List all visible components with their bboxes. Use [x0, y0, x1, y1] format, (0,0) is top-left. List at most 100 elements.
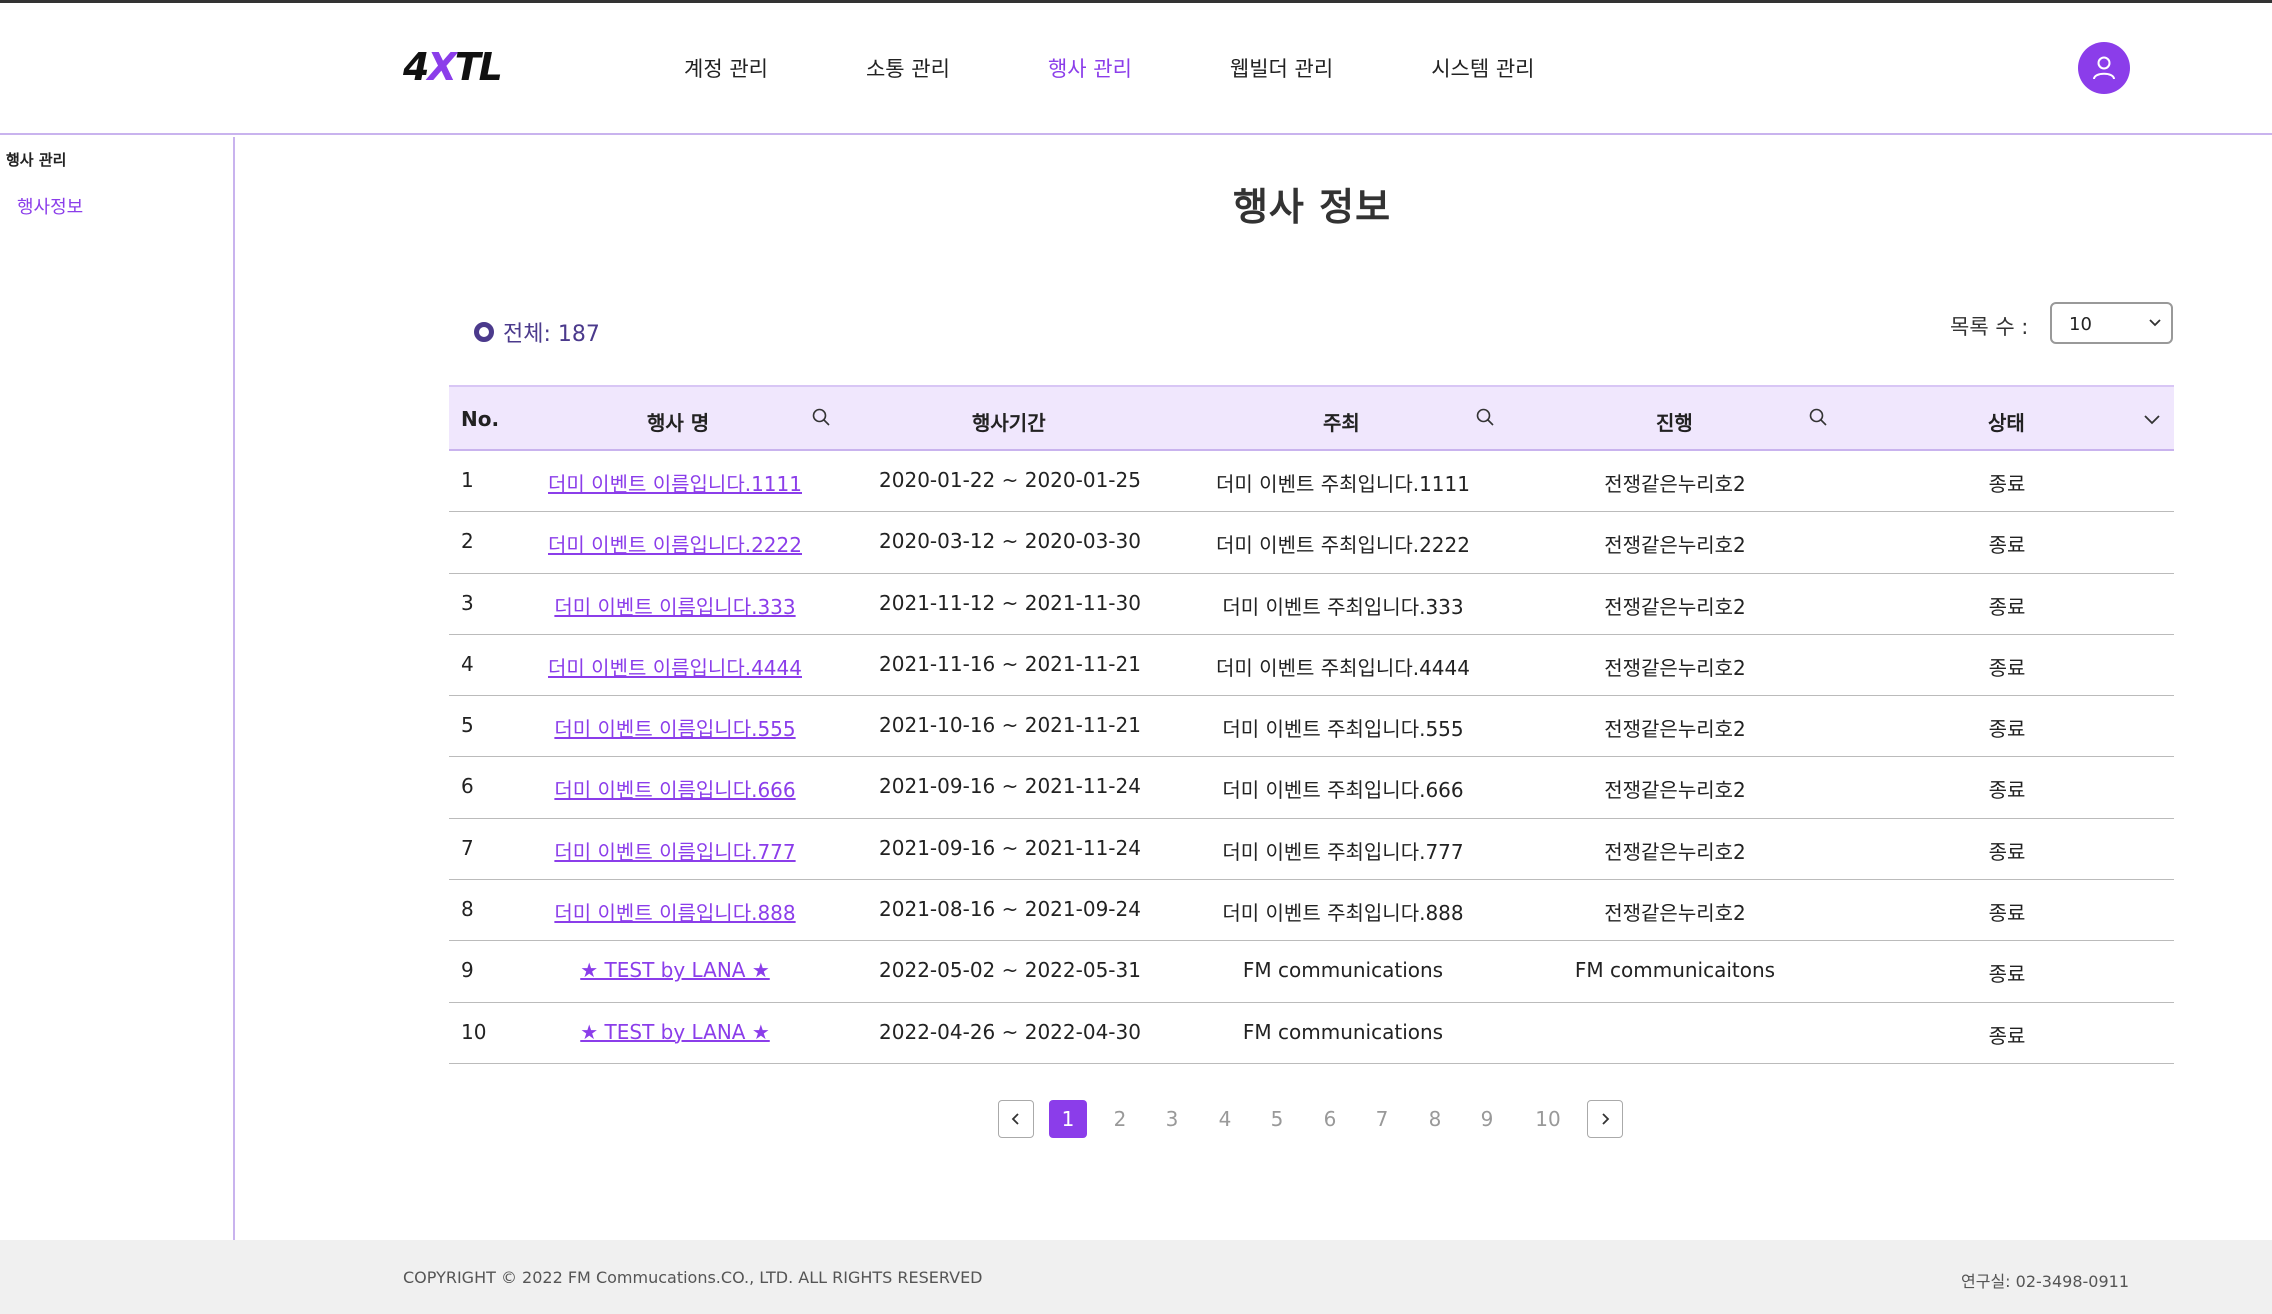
- page-1[interactable]: 1: [1049, 1100, 1087, 1138]
- column-header-no: No.: [461, 407, 500, 431]
- user-avatar-button[interactable]: [2078, 42, 2130, 94]
- column-header-progress: 진행: [1656, 411, 1693, 435]
- search-icon[interactable]: [1475, 407, 1495, 427]
- progress-text: 전쟁같은누리호2: [1604, 472, 1746, 496]
- per-page-select[interactable]: 10: [2050, 302, 2173, 344]
- pagination: 1 2 3 4 5 6 7 8 9 10: [998, 1100, 1624, 1140]
- status-text: 종료: [1988, 472, 2026, 496]
- event-name-link[interactable]: 더미 이벤트 이름입니다.777: [554, 836, 795, 865]
- prev-page-button[interactable]: [998, 1100, 1034, 1138]
- cell-no: 6: [461, 774, 474, 799]
- user-icon: [2093, 56, 2115, 80]
- status-text: 종료: [1988, 778, 2026, 803]
- per-page-value: 10: [2069, 314, 2092, 335]
- column-header-host: 주최: [1323, 411, 1360, 435]
- page-8[interactable]: 8: [1416, 1100, 1454, 1138]
- table-row: 9 ★ TEST by LANA ★ 2022-05-02 ~ 2022-05-…: [449, 941, 2174, 1003]
- progress-text: FM communicaitons: [1574, 958, 1776, 983]
- top-header: 4 X TL 계정 관리 소통 관리 행사 관리 웹빌더 관리 시스템 관리: [0, 3, 2272, 135]
- host-text: 더미 이벤트 주최입니다.888: [1222, 901, 1464, 926]
- event-name-link[interactable]: 더미 이벤트 이름입니다.888: [554, 897, 795, 926]
- table-row: 6 더미 이벤트 이름입니다.666 2021-09-16 ~ 2021-11-…: [449, 757, 2174, 819]
- logo-text-right: TL: [454, 45, 503, 89]
- chevron-right-icon: [1602, 1113, 1610, 1125]
- chevron-down-icon: [2149, 319, 2161, 327]
- cell-no: 7: [461, 835, 474, 860]
- event-name-link[interactable]: ★ TEST by LANA ★: [580, 958, 770, 982]
- status-text: 종료: [1988, 533, 2026, 558]
- page-4[interactable]: 4: [1206, 1100, 1244, 1138]
- host-text: 더미 이벤트 주최입니다.333: [1222, 594, 1464, 619]
- host-text: 더미 이벤트 주최입니다.1111: [1216, 472, 1470, 496]
- host-text: FM communications: [1242, 958, 1444, 983]
- column-header-status: 상태: [1988, 411, 2025, 435]
- search-icon[interactable]: [811, 407, 831, 427]
- cell-no: 8: [461, 897, 474, 922]
- period-text: 2021-09-16 ~ 2021-11-24: [879, 774, 1141, 799]
- logo-text-left: 4: [403, 45, 429, 89]
- page-9[interactable]: 9: [1468, 1100, 1506, 1138]
- brand-logo[interactable]: 4 X TL: [403, 45, 503, 89]
- copyright-text: COPYRIGHT © 2022 FM Commucations.CO., LT…: [403, 1268, 983, 1287]
- cell-no: 4: [461, 651, 474, 676]
- event-name-link[interactable]: 더미 이벤트 이름입니다.1111: [548, 468, 802, 497]
- event-name-link[interactable]: 더미 이벤트 이름입니다.333: [554, 591, 795, 620]
- progress-text: 전쟁같은누리호2: [1604, 655, 1746, 680]
- cell-no: 5: [461, 713, 474, 738]
- progress-text: 전쟁같은누리호2: [1604, 778, 1746, 803]
- period-text: 2021-11-16 ~ 2021-11-21: [879, 651, 1141, 676]
- table-header: No. 행사 명 행사기간 주최 진행 상태: [449, 385, 2174, 451]
- period-text: 2021-09-16 ~ 2021-11-24: [879, 835, 1141, 860]
- page-5[interactable]: 5: [1258, 1100, 1296, 1138]
- sidebar-item-event-info[interactable]: 행사정보: [17, 193, 83, 219]
- column-header-name: 행사 명: [647, 411, 710, 435]
- status-text: 종료: [1988, 655, 2026, 680]
- period-text: 2021-10-16 ~ 2021-11-21: [879, 713, 1141, 738]
- next-page-button[interactable]: [1587, 1100, 1623, 1138]
- table-row: 5 더미 이벤트 이름입니다.555 2021-10-16 ~ 2021-11-…: [449, 696, 2174, 758]
- per-page-label: 목록 수 :: [1950, 315, 2029, 339]
- cell-no: 9: [461, 958, 474, 983]
- progress-text: 전쟁같은누리호2: [1604, 839, 1746, 864]
- page-title: 행사 정보: [1232, 185, 1392, 229]
- table-row: 3 더미 이벤트 이름입니다.333 2021-11-12 ~ 2021-11-…: [449, 574, 2174, 635]
- status-text: 종료: [1988, 594, 2026, 619]
- search-icon[interactable]: [1808, 407, 1828, 427]
- progress-text: 전쟁같은누리호2: [1604, 594, 1746, 619]
- page-6[interactable]: 6: [1311, 1100, 1349, 1138]
- event-name-link[interactable]: 더미 이벤트 이름입니다.2222: [548, 529, 802, 558]
- period-text: 2022-05-02 ~ 2022-05-31: [879, 958, 1141, 983]
- nav-item-communication[interactable]: 소통 관리: [866, 53, 950, 83]
- nav-item-webbuilder[interactable]: 웹빌더 관리: [1230, 53, 1333, 83]
- host-text: 더미 이벤트 주최입니다.2222: [1216, 533, 1470, 558]
- cell-no: 1: [461, 468, 474, 492]
- table-row: 4 더미 이벤트 이름입니다.4444 2021-11-16 ~ 2021-11…: [449, 635, 2174, 697]
- event-name-link[interactable]: ★ TEST by LANA ★: [580, 1020, 770, 1044]
- page-10[interactable]: 10: [1525, 1100, 1571, 1138]
- page-7[interactable]: 7: [1363, 1100, 1401, 1138]
- chevron-down-icon[interactable]: [2142, 409, 2162, 429]
- status-text: 종료: [1988, 1023, 2026, 1048]
- progress-text: 전쟁같은누리호2: [1604, 901, 1746, 926]
- host-text: FM communications: [1242, 1019, 1444, 1044]
- period-text: 2020-01-22 ~ 2020-01-25: [879, 468, 1141, 492]
- event-name-link[interactable]: 더미 이벤트 이름입니다.4444: [548, 652, 802, 681]
- footer: COPYRIGHT © 2022 FM Commucations.CO., LT…: [0, 1240, 2272, 1314]
- page-2[interactable]: 2: [1101, 1100, 1139, 1138]
- event-name-link[interactable]: 더미 이벤트 이름입니다.555: [554, 713, 795, 742]
- total-count-label: 전체: 187: [503, 322, 600, 347]
- host-text: 더미 이벤트 주최입니다.555: [1222, 717, 1464, 742]
- total-count: 전체: 187: [474, 316, 600, 348]
- host-text: 더미 이벤트 주최입니다.4444: [1216, 655, 1470, 680]
- chevron-left-icon: [1011, 1113, 1019, 1125]
- period-text: 2021-11-12 ~ 2021-11-30: [879, 590, 1141, 615]
- nav-item-event[interactable]: 행사 관리: [1048, 53, 1132, 83]
- event-name-link[interactable]: 더미 이벤트 이름입니다.666: [554, 774, 795, 803]
- period-text: 2022-04-26 ~ 2022-04-30: [879, 1019, 1141, 1044]
- table-row: 8 더미 이벤트 이름입니다.888 2021-08-16 ~ 2021-09-…: [449, 880, 2174, 942]
- progress-text: 전쟁같은누리호2: [1604, 717, 1746, 742]
- nav-item-system[interactable]: 시스템 관리: [1431, 53, 1534, 83]
- nav-item-account[interactable]: 계정 관리: [684, 53, 768, 83]
- main-nav: 계정 관리 소통 관리 행사 관리 웹빌더 관리 시스템 관리: [684, 53, 1632, 83]
- page-3[interactable]: 3: [1153, 1100, 1191, 1138]
